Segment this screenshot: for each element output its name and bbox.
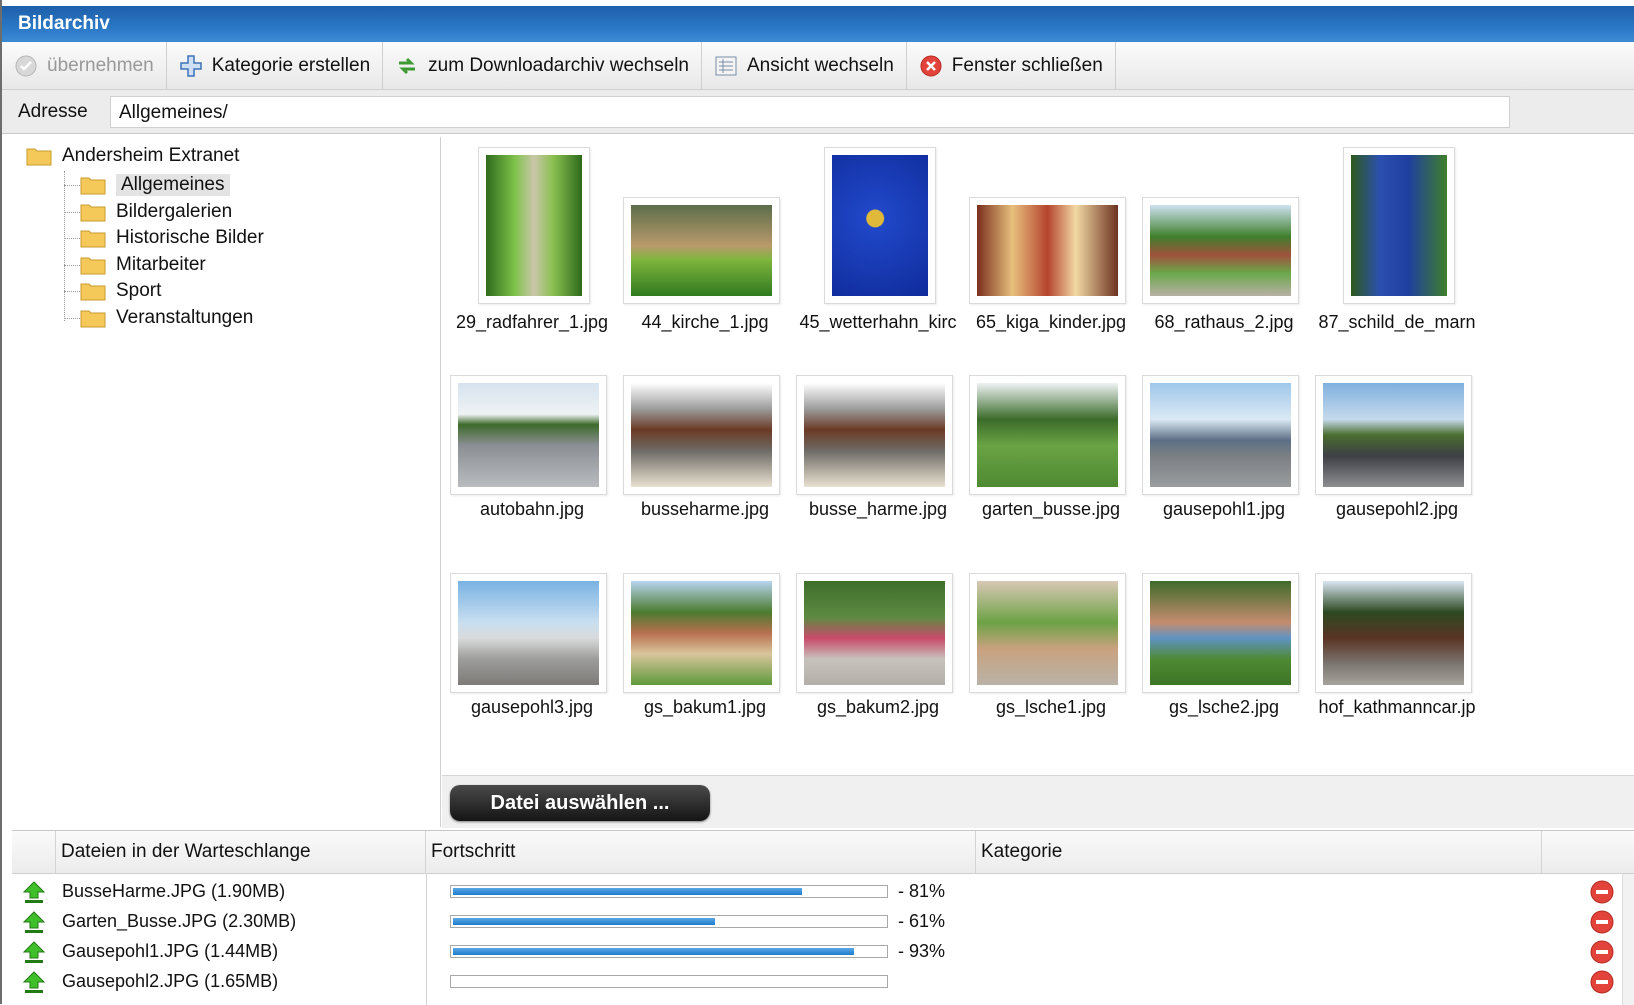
- address-label: Adresse: [2, 101, 110, 123]
- progress-fill: [453, 888, 802, 895]
- queue-row: BusseHarme.JPG (1.90MB) - 81%: [12, 877, 1634, 908]
- progress-bar: [450, 975, 888, 988]
- image-thumbnail[interactable]: 87_schild_de_marn: [1307, 137, 1487, 337]
- tree-connector: [64, 171, 65, 321]
- folder-icon: [80, 202, 106, 222]
- folder-icon: [26, 146, 52, 166]
- tree-item-historische-bilder[interactable]: Historische Bilder: [80, 225, 264, 251]
- queue-row: Gausepohl2.JPG (1.65MB): [12, 967, 1634, 998]
- switch-download-archive-button[interactable]: zum Downloadarchiv wechseln: [383, 42, 702, 89]
- view-list-icon: [714, 54, 738, 78]
- tree-item-allgemeines[interactable]: Allgemeines: [80, 172, 230, 198]
- progress-percent: - 61%: [898, 911, 945, 932]
- folder-icon: [80, 228, 106, 248]
- queue-file-name: Gausepohl1.JPG (1.44MB): [62, 941, 278, 962]
- switch-view-button[interactable]: Ansicht wechseln: [702, 42, 907, 89]
- select-file-button[interactable]: Datei auswählen ...: [450, 785, 710, 821]
- create-category-button[interactable]: Kategorie erstellen: [167, 42, 383, 89]
- column-header-category[interactable]: Kategorie: [976, 831, 1542, 873]
- image-thumbnail[interactable]: hof_kathmanncar.jp: [1307, 573, 1487, 753]
- queue-row: Gausepohl1.JPG (1.44MB) - 93%: [12, 937, 1634, 968]
- folder-icon: [80, 255, 106, 275]
- queue-file-name: Garten_Busse.JPG (2.30MB): [62, 911, 296, 932]
- toolbar: übernehmen Kategorie erstellen zum Downl…: [2, 42, 1634, 90]
- folder-icon: [80, 281, 106, 301]
- image-thumbnail[interactable]: gs_bakum1.jpg: [615, 573, 795, 753]
- file-select-bar: Datei auswählen ...: [442, 775, 1634, 828]
- remove-icon[interactable]: [1590, 910, 1614, 934]
- image-thumbnail[interactable]: gs_lsche1.jpg: [961, 573, 1141, 753]
- image-thumbnail[interactable]: busseharme.jpg: [615, 375, 795, 555]
- image-thumbnail[interactable]: gausepohl1.jpg: [1134, 375, 1314, 555]
- queue-header-spacer: [12, 831, 56, 873]
- remove-icon[interactable]: [1590, 970, 1614, 994]
- image-thumbnail[interactable]: gausepohl3.jpg: [442, 573, 622, 753]
- image-thumbnail[interactable]: 65_kiga_kinder.jpg: [961, 137, 1141, 337]
- apply-button[interactable]: übernehmen: [2, 42, 167, 89]
- progress-fill: [453, 948, 854, 955]
- address-bar: Adresse Allgemeines/: [2, 90, 1634, 134]
- image-thumbnail[interactable]: 29_radfahrer_1.jpg: [442, 137, 622, 337]
- window-title: Bildarchiv: [2, 6, 1634, 42]
- queue-header: Dateien in der Warteschlange Fortschritt…: [12, 831, 1634, 874]
- tree-item-mitarbeiter[interactable]: Mitarbeiter: [80, 252, 206, 278]
- queue-file-name: Gausepohl2.JPG (1.65MB): [62, 971, 278, 992]
- column-header-files[interactable]: Dateien in der Warteschlange: [56, 831, 426, 873]
- folder-tree: Andersheim Extranet Allgemeines Bilderga…: [12, 137, 441, 827]
- progress-percent: - 81%: [898, 881, 945, 902]
- upload-arrow-icon: [22, 910, 46, 934]
- tree-root[interactable]: Andersheim Extranet: [26, 143, 239, 169]
- image-thumbnail[interactable]: gs_bakum2.jpg: [788, 573, 968, 753]
- tree-item-veranstaltungen[interactable]: Veranstaltungen: [80, 305, 253, 331]
- upload-queue: Dateien in der Warteschlange Fortschritt…: [12, 830, 1634, 1005]
- remove-icon[interactable]: [1590, 940, 1614, 964]
- image-thumbnail[interactable]: 45_wetterhahn_kirc: [788, 137, 968, 337]
- progress-bar: [450, 915, 888, 928]
- queue-file-name: BusseHarme.JPG (1.90MB): [62, 881, 285, 902]
- image-thumbnail[interactable]: 68_rathaus_2.jpg: [1134, 137, 1314, 337]
- queue-scrollbar[interactable]: [1622, 874, 1634, 1005]
- upload-arrow-icon: [22, 880, 46, 904]
- folder-icon: [80, 175, 106, 195]
- progress-fill: [453, 918, 715, 925]
- image-thumbnail[interactable]: autobahn.jpg: [442, 375, 622, 555]
- check-icon: [14, 54, 38, 78]
- image-thumbnail[interactable]: garten_busse.jpg: [961, 375, 1141, 555]
- image-thumbnail[interactable]: gs_lsche2.jpg: [1134, 573, 1314, 753]
- queue-row: Garten_Busse.JPG (2.30MB) - 61%: [12, 907, 1634, 938]
- close-icon: [919, 54, 943, 78]
- tree-item-sport[interactable]: Sport: [80, 278, 161, 304]
- column-header-progress[interactable]: Fortschritt: [426, 831, 976, 873]
- image-thumbnail[interactable]: busse_harme.jpg: [788, 375, 968, 555]
- image-gallery: 29_radfahrer_1.jpg 44_kirche_1.jpg 45_we…: [442, 137, 1634, 775]
- progress-percent: - 93%: [898, 941, 945, 962]
- image-thumbnail[interactable]: gausepohl2.jpg: [1307, 375, 1487, 555]
- plus-icon: [179, 54, 203, 78]
- progress-bar: [450, 885, 888, 898]
- address-input[interactable]: Allgemeines/: [110, 96, 1510, 128]
- image-archive-window: Bildarchiv übernehmen Kategorie erstelle…: [0, 0, 1634, 1004]
- upload-arrow-icon: [22, 970, 46, 994]
- image-thumbnail[interactable]: 44_kirche_1.jpg: [615, 137, 795, 337]
- folder-icon: [80, 308, 106, 328]
- progress-bar: [450, 945, 888, 958]
- upload-arrow-icon: [22, 940, 46, 964]
- close-window-button[interactable]: Fenster schließen: [907, 42, 1116, 89]
- swap-arrows-icon: [395, 54, 419, 78]
- remove-icon[interactable]: [1590, 880, 1614, 904]
- tree-item-bildergalerien[interactable]: Bildergalerien: [80, 199, 232, 225]
